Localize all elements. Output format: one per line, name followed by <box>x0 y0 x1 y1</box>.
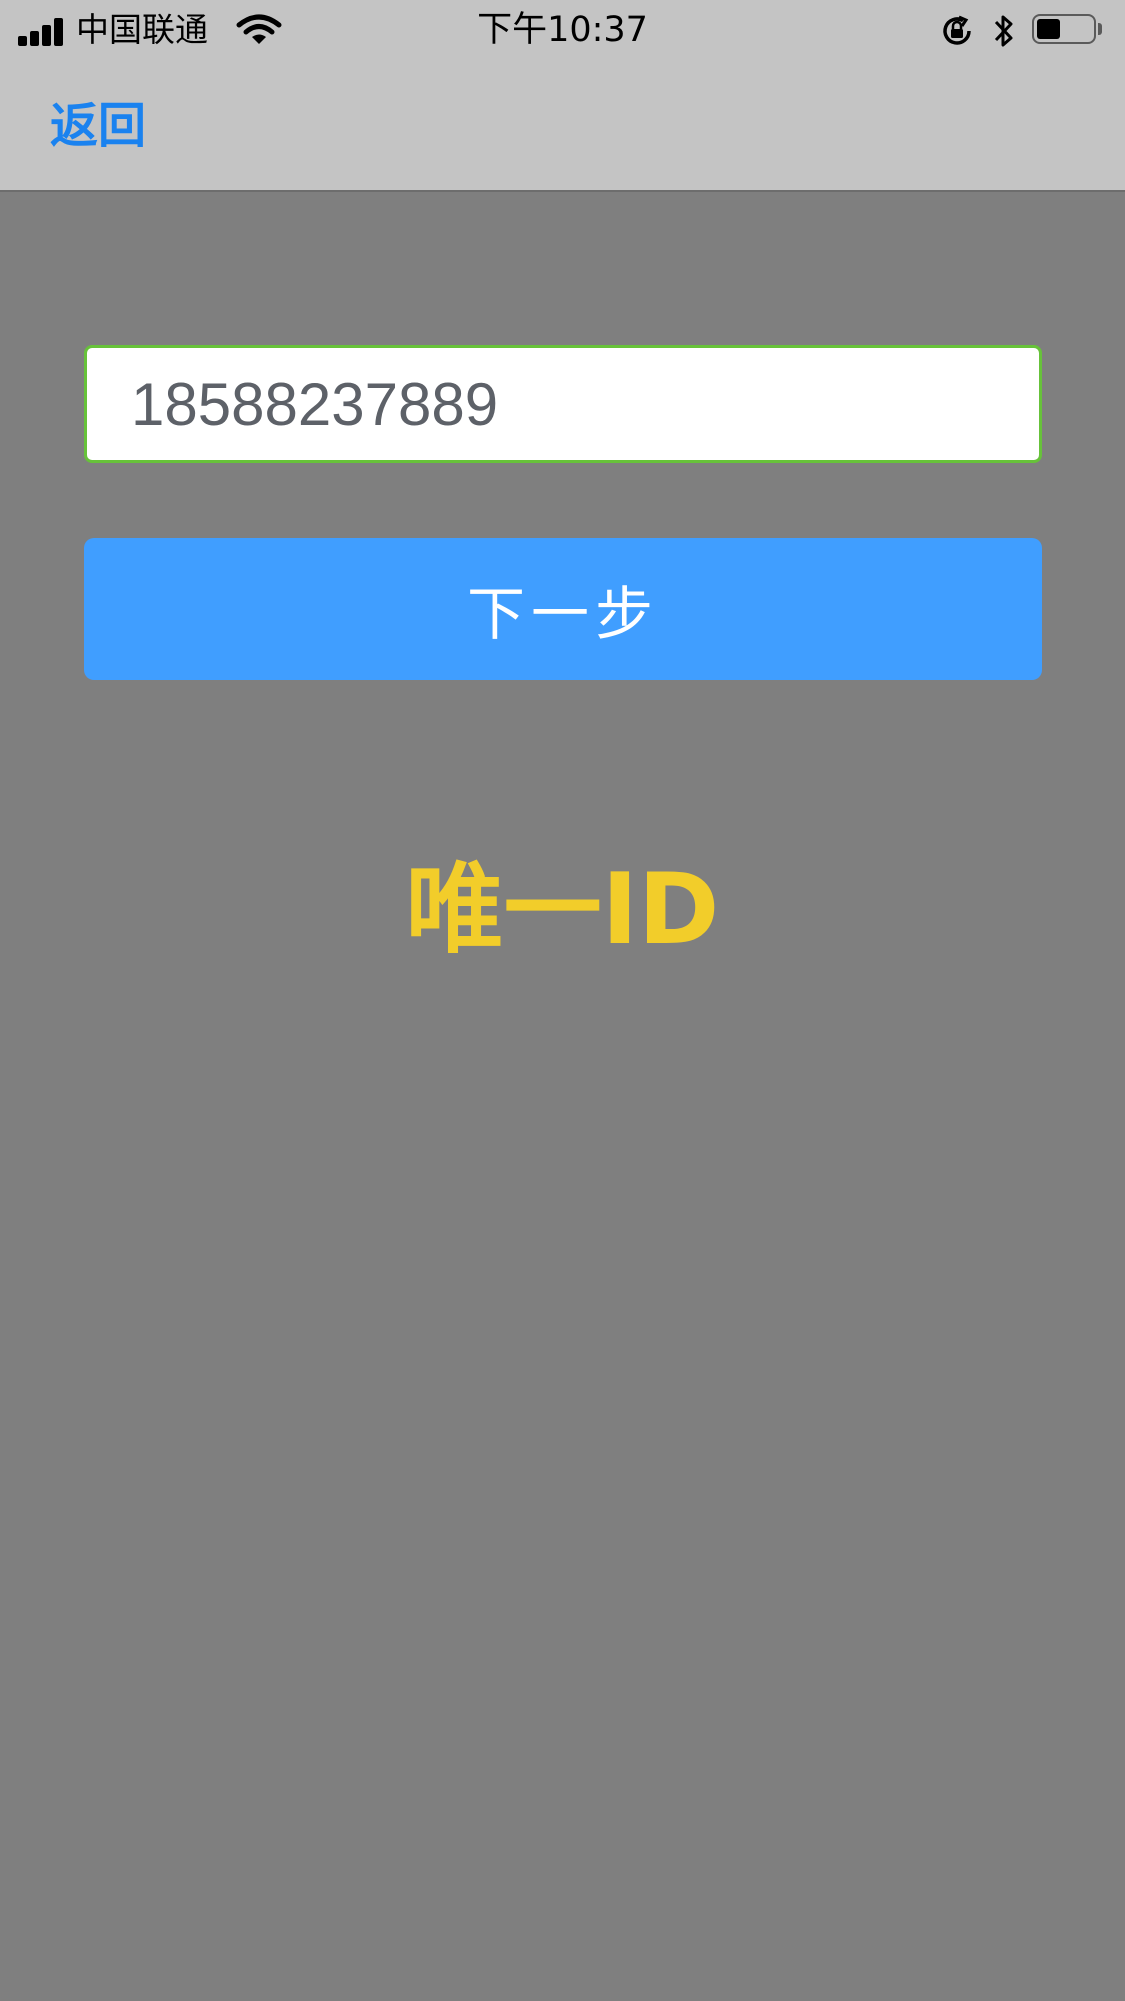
back-button[interactable]: 返回 <box>50 95 146 157</box>
battery-level <box>1037 19 1060 39</box>
nav-bar: 返回 <box>0 62 1125 192</box>
unique-id-title: 唯一ID <box>405 853 720 967</box>
battery-tip <box>1098 23 1102 35</box>
orientation-lock-icon <box>943 15 971 45</box>
phone-input[interactable] <box>84 345 1042 463</box>
bluetooth-icon <box>994 15 1013 47</box>
next-step-button[interactable]: 下一步 <box>84 538 1042 680</box>
battery-icon <box>1032 14 1096 44</box>
status-bar: 中国联通 下午10:37 <box>0 0 1125 62</box>
